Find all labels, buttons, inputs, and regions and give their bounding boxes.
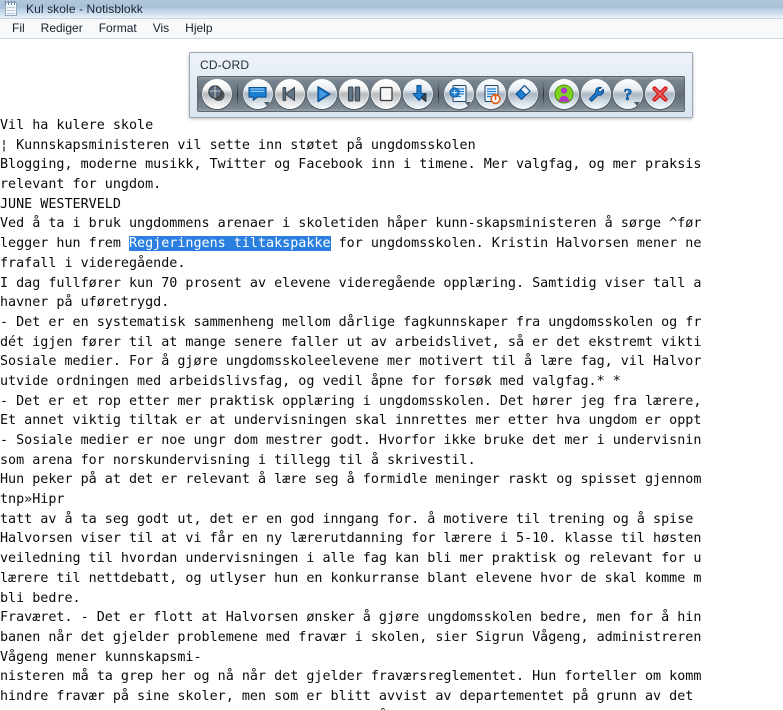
document-line: legger hun frem Regjeringens tiltakspakk… [0, 234, 783, 254]
cdord-toggle-icon[interactable] [202, 79, 232, 109]
toolbar-divider [543, 81, 544, 107]
cdord-speech-bubble-icon[interactable] [243, 79, 273, 109]
document-line: relevant for ungdom. [0, 177, 162, 193]
document-line: Vil ha kulere skole [0, 118, 154, 133]
cdord-help-icon[interactable]: ? [613, 79, 643, 109]
document-line: havner på uføretrygd. [0, 295, 170, 311]
cdord-read-document-icon[interactable] [444, 79, 474, 109]
document-line: - Vi har et ferskt eksempel fra Gausdal … [0, 707, 783, 710]
chevron-down-icon[interactable] [264, 102, 270, 106]
document-line: - Sosiale medier er noe ungr dom mestrer… [0, 433, 702, 448]
chevron-down-icon[interactable] [634, 102, 640, 106]
cdord-button-strip: ? [197, 76, 685, 112]
window-title: Kul skole - Notisblokk [26, 2, 143, 16]
text-selection-highlight[interactable]: Regjeringens tiltakspakke [129, 236, 331, 252]
cdord-document-power-icon[interactable] [476, 79, 506, 109]
chevron-down-icon[interactable] [465, 102, 471, 106]
cdord-settings-icon[interactable] [581, 79, 611, 109]
document-line: veiledning til hvordan undervisningen i … [0, 551, 702, 567]
cdord-stop-icon[interactable] [371, 79, 401, 109]
document-line-text: for ungdomsskolen. Kristin Halvorsen men… [330, 236, 702, 252]
menu-vis[interactable]: Vis [145, 20, 177, 37]
cdord-profile-icon[interactable] [549, 79, 579, 109]
document-line: bli bedre. [0, 590, 81, 606]
cdord-previous-icon[interactable] [275, 79, 305, 109]
notepad-text-area[interactable]: Vil ha kulere skole ¦ Kunnskapsministeren… [0, 40, 783, 710]
menu-format[interactable]: Format [91, 20, 145, 37]
cdord-pause-icon[interactable] [339, 79, 369, 109]
document-line: I dag fullfører kun 70 prosent av eleven… [0, 275, 702, 291]
document-line: Fraværet. - Det er flott at Halvorsen øn… [0, 610, 702, 626]
document-line: Ved å ta i bruk ungdommens arenaer i sko… [0, 216, 702, 232]
document-line: lærere til nettdebatt, og utlyser hun en… [0, 570, 702, 586]
document-line: ¦ Kunnskapsministeren vil sette inn støt… [0, 137, 476, 153]
document-line: frafall i videregående. [0, 255, 186, 271]
notepad-icon [4, 1, 20, 17]
svg-text:?: ? [624, 85, 633, 104]
menu-rediger[interactable]: Rediger [33, 20, 91, 37]
notepad-window: Kul skole - Notisblokk Fil Rediger Forma… [0, 0, 783, 710]
cdord-eraser-icon[interactable] [508, 79, 538, 109]
document-line: nisteren må ta grep her og nå når det gj… [0, 669, 702, 685]
document-line-text: legger hun frem [0, 236, 129, 252]
document-line: Blogging, moderne musikk, Twitter og Fac… [0, 157, 702, 173]
cdord-play-icon[interactable] [307, 79, 337, 109]
document-line: Hun peker på at det er relevant å lære s… [0, 472, 702, 488]
document-line: hindre fravær på sine skoler, men som er… [0, 688, 694, 704]
menu-fil[interactable]: Fil [4, 20, 33, 37]
window-titlebar: Kul skole - Notisblokk [0, 0, 783, 19]
document-line: Vågeng mener kunnskapsmi- [0, 649, 202, 665]
cdord-download-audio-icon[interactable] [403, 79, 433, 109]
document-line: utvide ordningen med arbeidslivsfag, og … [0, 373, 621, 389]
document-line: - Det er en systematisk sammenheng mello… [0, 314, 702, 330]
menubar: Fil Rediger Format Vis Hjelp [0, 19, 783, 39]
toolbar-divider [237, 81, 238, 107]
document-line: tatt av å ta seg godt ut, det er en god … [0, 511, 694, 527]
document-line: Sosiale medier. For å gjøre ungdomsskole… [0, 354, 702, 370]
cdord-title: CD-ORD [200, 58, 250, 72]
document-line: Halvorsen viser til at vi får en ny lære… [0, 531, 702, 547]
document-line: dét igjen fører til at mange senere fall… [0, 334, 702, 350]
menu-hjelp[interactable]: Hjelp [177, 20, 220, 37]
cdord-close-icon[interactable] [645, 79, 675, 109]
document-line: som arena for norskundervisning i tilleg… [0, 452, 476, 468]
toolbar-divider [438, 81, 439, 107]
document-line: Et annet viktig tiltak er at undervisnin… [0, 413, 702, 429]
document-text[interactable]: Vil ha kulere skole ¦ Kunnskapsministeren… [0, 116, 783, 710]
document-line: tnp»Hipr [0, 492, 65, 508]
document-line: banen når det gjelder problemene med fra… [0, 629, 702, 645]
cdord-toolbar-window[interactable]: CD-ORD ? [189, 52, 693, 118]
document-line: JUNE WESTERVELD [0, 196, 121, 212]
document-line: - Det er et rop etter mer praktisk opplæ… [0, 393, 702, 409]
